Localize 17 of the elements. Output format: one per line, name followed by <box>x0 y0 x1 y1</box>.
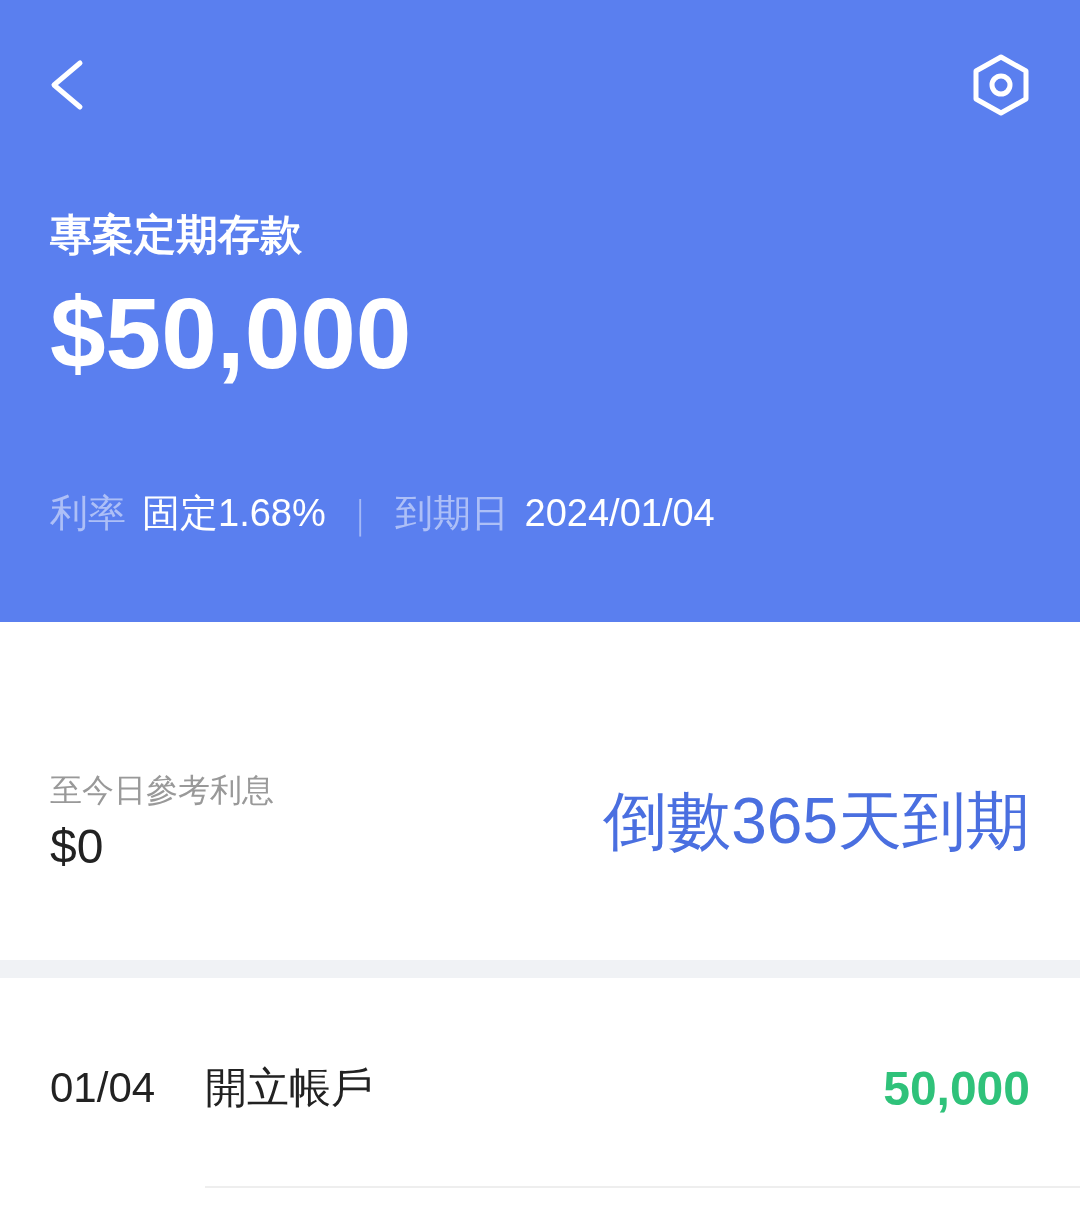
back-button[interactable] <box>50 59 84 111</box>
maturity-date: 2024/01/04 <box>524 492 715 536</box>
maturity-label: 到期日 <box>394 490 509 538</box>
separator: | <box>353 491 367 536</box>
balance-amount: $50,000 <box>50 278 413 389</box>
interest-value: $0 <box>50 818 105 874</box>
transaction-description: 開立帳戶 <box>205 1062 374 1114</box>
countdown-text: 倒數365天到期 <box>603 783 1030 859</box>
rate-value: 固定1.68% <box>142 491 326 537</box>
rate-label: 利率 <box>50 490 126 538</box>
transaction-amount: 50,000 <box>883 1060 1030 1116</box>
settings-icon <box>972 54 1030 116</box>
interest-label: 至今日參考利息 <box>50 769 274 811</box>
account-title: 專案定期存款 <box>50 210 303 261</box>
settings-button[interactable] <box>972 54 1030 116</box>
back-icon <box>50 59 84 111</box>
transaction-date: 01/04 <box>50 1064 157 1112</box>
